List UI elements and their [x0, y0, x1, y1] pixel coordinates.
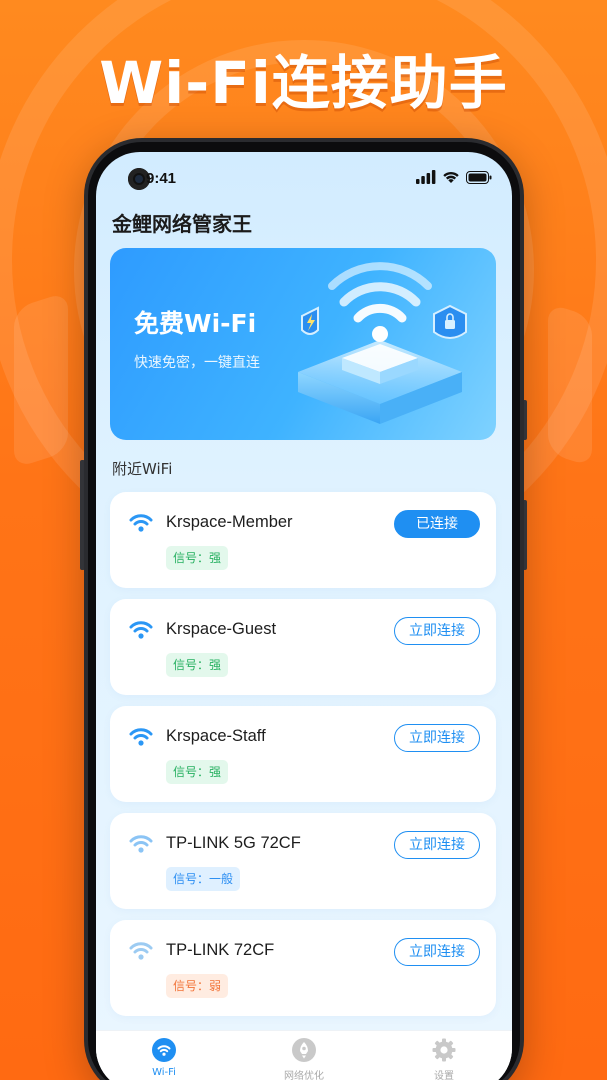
phone-screen: 9:41 金鲤网络管家王 免费Wi-Fi 快速免密，一键直连 附近WiFi Kr… [96, 152, 512, 1080]
connect-button[interactable]: 立即连接 [394, 938, 480, 966]
wifi-ssid: TP-LINK 72CF [166, 941, 275, 959]
background-shape [548, 302, 592, 468]
wifi-list-item[interactable]: TP-LINK 5G 72CF 信号：一般 立即连接 [110, 813, 496, 909]
signal-strength-badge: 信号：一般 [166, 867, 241, 891]
wifi-signal-icon [129, 942, 153, 960]
tab-label-network-optimize: 网络优化 [284, 1071, 324, 1080]
status-bar: 9:41 [96, 166, 512, 192]
app-title: 金鲤网络管家王 [112, 212, 252, 236]
wifi-signal-icon [129, 728, 153, 746]
wifi-list-item[interactable]: Krspace-Staff 信号：强 立即连接 [110, 706, 496, 802]
banner-subtitle: 快速免密，一键直连 [134, 355, 260, 371]
connect-button[interactable]: 立即连接 [394, 831, 480, 859]
signal-strength-badge: 信号：强 [166, 653, 229, 677]
wifi-list-item[interactable]: TP-LINK 72CF 信号：弱 立即连接 [110, 920, 496, 1016]
wifi-router-illustration [298, 262, 467, 424]
banner-title: 免费Wi-Fi [134, 309, 257, 338]
wifi-ssid: Krspace-Member [166, 513, 293, 531]
tab-settings[interactable]: 设置 [404, 1037, 484, 1080]
cellular-signal-icon [416, 170, 436, 184]
rocket-icon [292, 1038, 316, 1062]
wifi-signal-icon [129, 835, 153, 853]
free-wifi-banner[interactable]: 免费Wi-Fi 快速免密，一键直连 [110, 248, 496, 440]
connect-button[interactable]: 立即连接 [394, 617, 480, 645]
wifi-signal-icon [129, 621, 153, 639]
bottom-tab-bar: Wi-Fi 网络优化 设置 [96, 1030, 512, 1080]
wifi-list-item[interactable]: Krspace-Member 信号：强 已连接 [110, 492, 496, 588]
signal-strength-badge: 信号：强 [166, 546, 229, 570]
tab-wifi[interactable]: Wi-Fi [124, 1037, 204, 1078]
tab-label-settings: 设置 [434, 1071, 454, 1080]
gear-icon [432, 1038, 456, 1062]
nearby-wifi-label: 附近WiFi [112, 460, 173, 478]
wifi-ssid: Krspace-Staff [166, 727, 266, 745]
connect-button[interactable]: 立即连接 [394, 724, 480, 752]
signal-strength-badge: 信号：弱 [166, 974, 229, 998]
tab-label-wifi: Wi-Fi [152, 1067, 176, 1078]
promo-headline: Wi-Fi连接助手 [99, 49, 508, 117]
tab-network-optimize[interactable]: 网络优化 [264, 1037, 344, 1080]
wifi-status-icon [443, 171, 459, 183]
background-shape [14, 291, 68, 469]
battery-icon [466, 170, 492, 184]
signal-strength-badge: 信号：强 [166, 760, 229, 784]
wifi-signal-icon [129, 514, 153, 532]
connected-button[interactable]: 已连接 [394, 510, 480, 538]
status-time: 9:41 [146, 170, 177, 187]
wifi-ssid: Krspace-Guest [166, 620, 277, 638]
wifi-icon [152, 1038, 176, 1062]
wifi-list-item[interactable]: Krspace-Guest 信号：强 立即连接 [110, 599, 496, 695]
wifi-ssid: TP-LINK 5G 72CF [166, 834, 301, 852]
